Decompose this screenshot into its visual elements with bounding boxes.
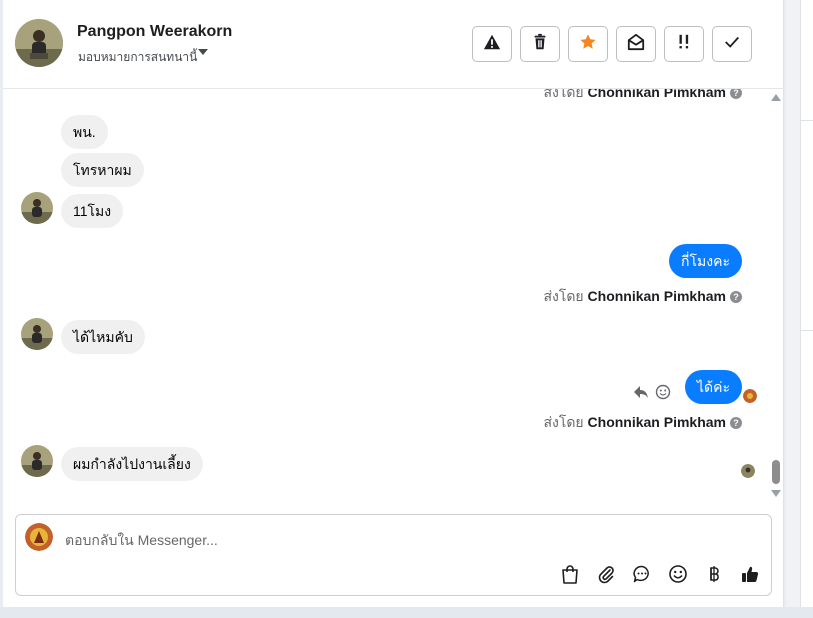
divider [800, 330, 813, 331]
message-thread[interactable]: ส่งโดย Chonnikan Pimkham? พน. โทรหาผม 11… [3, 89, 784, 507]
incoming-message[interactable]: พน. [61, 115, 108, 149]
message-input[interactable]: ตอบกลับใน Messenger... [65, 530, 218, 552]
trash-icon [531, 33, 549, 56]
incoming-message[interactable]: ผมกำลังไปงานเลี้ยง [61, 447, 203, 481]
contact-avatar-small [21, 318, 53, 350]
baht-icon[interactable] [703, 563, 725, 585]
assign-conversation-label[interactable]: มอบหมายการสนทนานี้ [78, 48, 197, 67]
report-spam-button[interactable] [472, 26, 512, 62]
thumbs-up-icon[interactable] [739, 563, 761, 585]
delete-button[interactable] [520, 26, 560, 62]
chat-bubble-icon[interactable] [631, 563, 653, 585]
emoji-icon[interactable] [667, 563, 689, 585]
help-icon[interactable]: ? [730, 417, 742, 429]
check-icon [723, 33, 741, 56]
divider [800, 120, 813, 121]
contact-avatar-small [21, 445, 53, 477]
react-emoji-icon[interactable] [655, 384, 671, 400]
agent-avatar [25, 523, 53, 551]
side-panel-card [800, 0, 813, 607]
warning-icon [483, 33, 501, 56]
bottom-border [0, 607, 813, 618]
outgoing-message[interactable]: ได้ค่ะ [684, 370, 742, 404]
follow-up-button[interactable] [664, 26, 704, 62]
shopping-bag-icon[interactable] [559, 563, 581, 585]
star-icon [579, 33, 597, 56]
incoming-message[interactable]: 11โมง [61, 194, 124, 228]
outgoing-message[interactable]: กี่โมงคะ [669, 244, 742, 278]
seen-avatar [741, 464, 755, 478]
sender-label: ส่งโดย Chonnikan Pimkham? [543, 286, 742, 308]
incoming-message[interactable]: ได้ไหมคับ [61, 320, 145, 354]
mark-unread-button[interactable] [616, 26, 656, 62]
contact-name[interactable]: Pangpon Weerakorn [77, 23, 232, 41]
seen-avatar [743, 389, 757, 403]
chevron-down-icon[interactable] [198, 49, 208, 55]
paperclip-icon[interactable] [595, 563, 617, 585]
side-panel-edge [786, 0, 813, 607]
star-button[interactable] [568, 26, 608, 62]
contact-avatar[interactable] [15, 19, 63, 67]
conversation-panel: Pangpon Weerakorn มอบหมายการสนทนานี้ ส่ง… [3, 0, 784, 607]
scroll-up-arrow[interactable] [771, 94, 781, 101]
incoming-message[interactable]: โทรหาผม [61, 153, 144, 187]
reply-icon[interactable] [633, 384, 649, 400]
scroll-down-arrow[interactable] [771, 490, 781, 497]
scrollbar-thumb[interactable] [772, 460, 780, 484]
sender-label: ส่งโดย Chonnikan Pimkham? [543, 89, 742, 104]
sender-label: ส่งโดย Chonnikan Pimkham? [543, 412, 742, 434]
help-icon[interactable]: ? [730, 291, 742, 303]
envelope-open-icon [627, 33, 645, 56]
mark-done-button[interactable] [712, 26, 752, 62]
contact-avatar-small [21, 192, 53, 224]
help-icon[interactable]: ? [730, 89, 742, 99]
conversation-header: Pangpon Weerakorn มอบหมายการสนทนานี้ [3, 0, 784, 89]
reply-composer[interactable]: ตอบกลับใน Messenger... [15, 514, 772, 596]
follow-up-icon [675, 33, 693, 56]
